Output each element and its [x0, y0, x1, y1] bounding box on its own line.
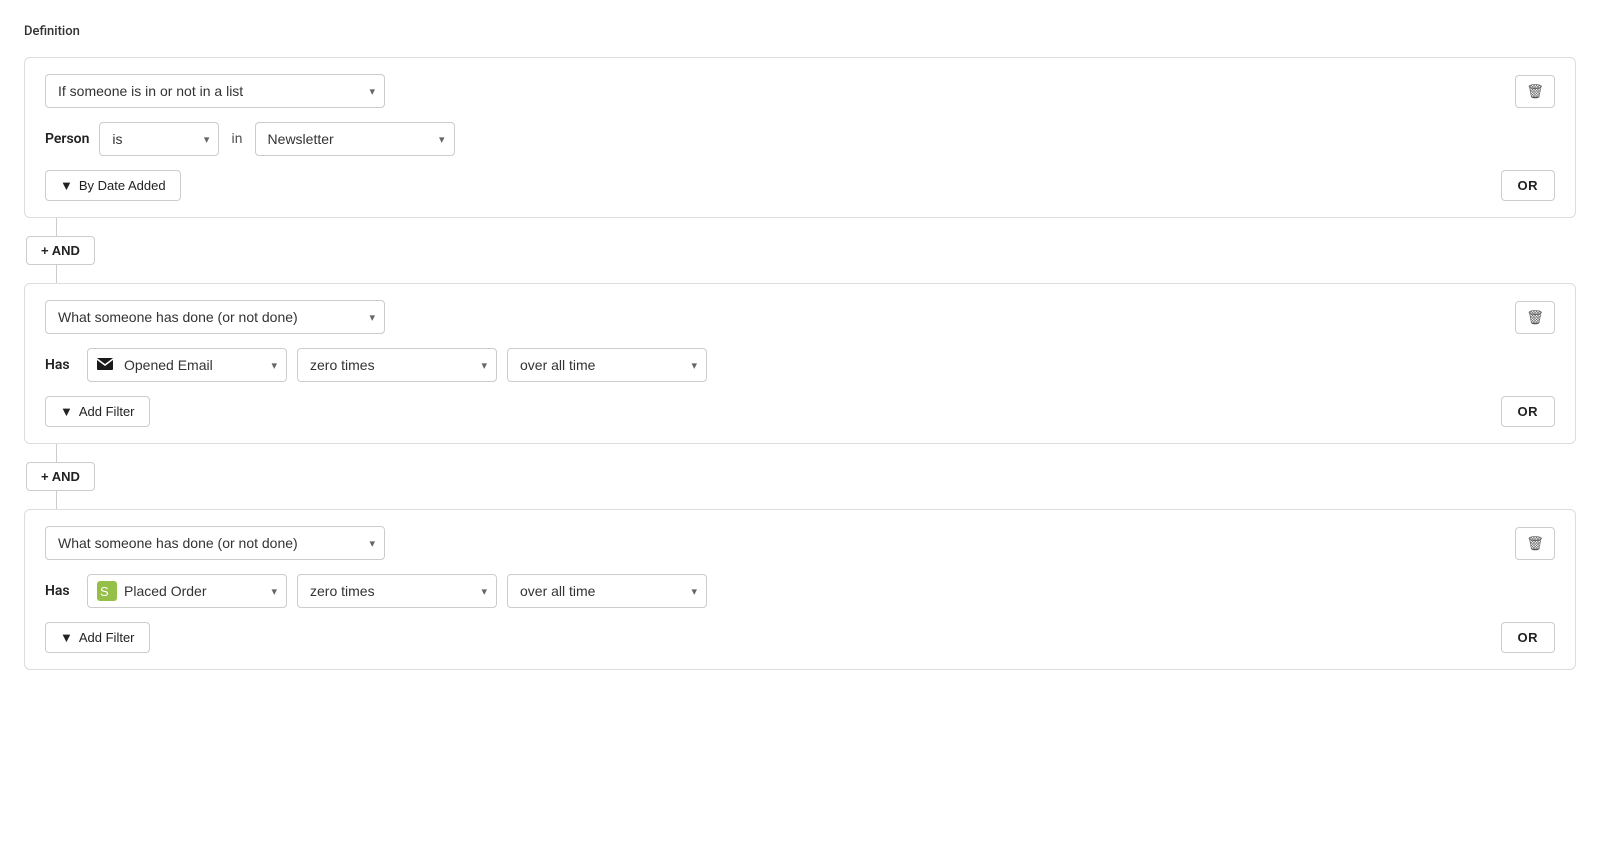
and-button-2[interactable]: + AND: [26, 462, 95, 491]
page-title: Definition: [24, 24, 1576, 39]
block2-frequency-select[interactable]: zero times at least once exactly more th…: [297, 348, 497, 382]
condition-block-2: What someone has done (or not done) If s…: [24, 283, 1576, 444]
block3-trash-button[interactable]: 🗑: [1515, 527, 1555, 560]
condition-block-3: What someone has done (or not done) If s…: [24, 509, 1576, 670]
block3-has-label: Has: [45, 583, 77, 599]
block2-event-select[interactable]: Opened Email Clicked Email Placed Order …: [87, 348, 287, 382]
block3-filter-button[interactable]: ▼ Add Filter: [45, 622, 150, 653]
block3-event-select[interactable]: Opened Email Clicked Email Placed Order …: [87, 574, 287, 608]
block2-trash-button[interactable]: 🗑: [1515, 301, 1555, 334]
trash-icon-3: 🗑: [1526, 535, 1544, 551]
block1-person-label: Person: [45, 131, 89, 147]
and-connector-1: + AND: [24, 218, 1576, 283]
and-button-1[interactable]: + AND: [26, 236, 95, 265]
block2-type-select[interactable]: What someone has done (or not done) If s…: [45, 300, 385, 334]
block3-or-button[interactable]: OR: [1501, 622, 1556, 653]
filter-icon-2: ▼: [60, 404, 73, 419]
block1-list-select[interactable]: Newsletter VIP Subscribers: [255, 122, 455, 156]
block3-timeframe-select[interactable]: over all time in the last 30 days in the…: [507, 574, 707, 608]
block3-type-select[interactable]: What someone has done (or not done) If s…: [45, 526, 385, 560]
and-connector-2: + AND: [24, 444, 1576, 509]
trash-icon-2: 🗑: [1526, 309, 1544, 325]
block2-filter-button[interactable]: ▼ Add Filter: [45, 396, 150, 427]
block2-timeframe-select[interactable]: over all time in the last 30 days in the…: [507, 348, 707, 382]
trash-icon: 🗑: [1526, 83, 1544, 99]
block2-or-button[interactable]: OR: [1501, 396, 1556, 427]
filter-icon-3: ▼: [60, 630, 73, 645]
block3-frequency-select[interactable]: zero times at least once exactly more th…: [297, 574, 497, 608]
block1-or-button[interactable]: OR: [1501, 170, 1556, 201]
block2-has-label: Has: [45, 357, 77, 373]
block1-filter-button[interactable]: ▼ By Date Added: [45, 170, 181, 201]
block1-in-label: in: [231, 131, 242, 147]
block1-condition-select[interactable]: is is not: [99, 122, 219, 156]
block1-trash-button[interactable]: 🗑: [1515, 75, 1555, 108]
condition-block-1: If someone is in or not in a list What s…: [24, 57, 1576, 218]
block1-type-select[interactable]: If someone is in or not in a list What s…: [45, 74, 385, 108]
filter-icon: ▼: [60, 178, 73, 193]
